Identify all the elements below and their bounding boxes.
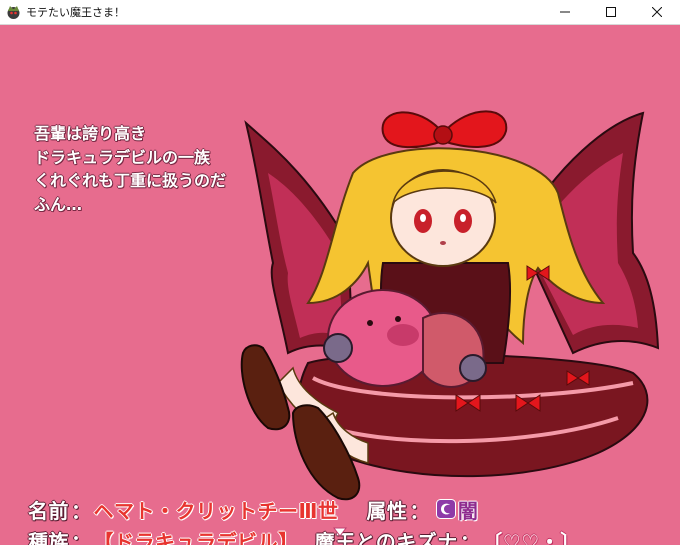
separator: ：: [71, 498, 92, 523]
name-value: ヘマト・クリットチーⅢ世: [93, 498, 339, 523]
game-app-icon: [7, 6, 20, 19]
close-button[interactable]: [634, 0, 680, 24]
separator: ：: [71, 529, 92, 545]
separator: ：: [459, 529, 481, 545]
title-bar[interactable]: モテたい魔王さま！: [0, 0, 680, 25]
window-title: モテたい魔王さま！: [26, 6, 125, 19]
left-shoe: [240, 344, 291, 431]
bond-value: 〔♡♡・〕: [482, 529, 581, 545]
maximize-icon: [606, 7, 616, 17]
minimize-button[interactable]: [542, 0, 588, 24]
attribute-label: 属性: [366, 498, 408, 523]
race-value: 【ドラキュラデビル】: [93, 529, 299, 545]
dialogue-line: ふん…: [34, 194, 83, 214]
character-sprite: [240, 110, 660, 501]
game-window: モテたい魔王さま！ 吾輩は誇り高き ドラキュラデビルの一族 くれぐれも丁重に扱う…: [0, 0, 680, 545]
dialogue-line: くれぐれも丁重に扱うのだ: [34, 171, 227, 190]
attribute-value: 闇: [457, 498, 479, 523]
game-screen[interactable]: 吾輩は誇り高き ドラキュラデビルの一族 くれぐれも丁重に扱うのだ ふん… 名前 …: [0, 25, 680, 545]
status-row-race: 種族 ： 【ドラキュラデビル】 魔王とのキズナ ： 〔♡♡・〕: [28, 526, 581, 545]
close-icon: [652, 7, 662, 17]
dialogue-line: ドラキュラデビルの一族: [34, 147, 211, 167]
dialogue-line: 吾輩は誇り高き: [34, 124, 147, 143]
next-page-arrow-icon[interactable]: [333, 527, 347, 537]
status-row-name: 名前 ： ヘマト・クリットチーⅢ世 属性 ： 闇: [28, 495, 478, 523]
maximize-button[interactable]: [588, 0, 634, 24]
name-label: 名前: [28, 498, 69, 523]
dark-attribute-icon: [435, 499, 456, 519]
separator: ：: [409, 498, 430, 523]
race-label: 種族: [28, 529, 69, 545]
minimize-icon: [560, 11, 570, 13]
dialogue-text: 吾輩は誇り高き ドラキュラデビルの一族 くれぐれも丁重に扱うのだ ふん…: [34, 122, 226, 216]
